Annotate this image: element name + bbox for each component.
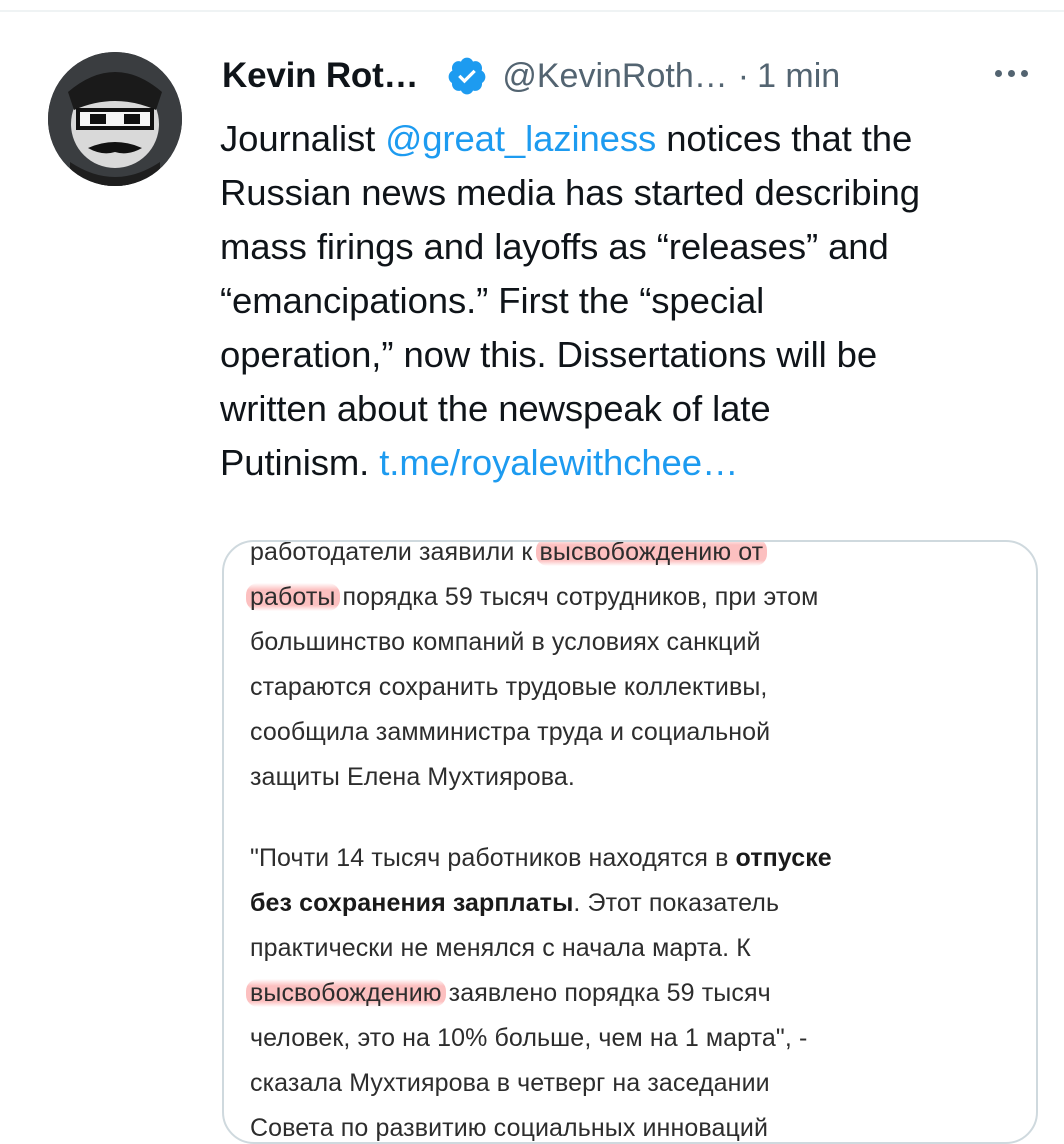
article-line: работы порядка 59 тысяч сотрудников, при… <box>246 575 1010 620</box>
media-image-card[interactable]: работодатели заявили к высвобождению от … <box>222 540 1038 1144</box>
tweet-line: Journalist @great_laziness notices that … <box>220 112 1040 166</box>
article-line: без сохранения зарплаты. Этот показатель <box>250 881 1010 926</box>
tweet-line: “emancipations.” First the “special <box>220 280 765 321</box>
highlighted-word: работы <box>246 583 340 611</box>
highlighted-word: высвобождению от <box>535 542 768 566</box>
article-line: человек, это на 10% больше, чем на 1 мар… <box>250 1024 808 1052</box>
article-text: порядка 59 тысяч сотрудников, при этом <box>335 583 819 611</box>
tweet-line: mass firings and layoffs as “releases” a… <box>220 226 889 267</box>
tweet-text: Journalist @great_laziness notices that … <box>220 112 1040 490</box>
tweet-line: Russian news media has started describin… <box>220 172 920 213</box>
article-text: работодатели заявили к <box>250 540 540 566</box>
article-line: сказала Мухтиярова в четверг на заседани… <box>250 1069 770 1097</box>
avatar[interactable] <box>48 52 182 186</box>
highlighted-word: высвобождению <box>246 979 446 1007</box>
separator-dot: · <box>737 56 750 95</box>
more-dot <box>1007 69 1015 77</box>
article-line: высвобождению заявлено порядка 59 тысяч <box>246 971 1010 1016</box>
article-line: большинство компаний в условиях санкций <box>250 628 761 656</box>
article-text: "Почти 14 тысяч работников находятся в <box>250 844 736 872</box>
article-line: работодатели заявили к высвобождению от <box>250 540 1010 575</box>
bold-text: отпуске <box>735 844 832 872</box>
top-divider <box>0 0 1064 12</box>
more-dots-icon[interactable] <box>988 58 1034 88</box>
article-screenshot-text: работодатели заявили к высвобождению от … <box>246 540 1010 1142</box>
tweet-text-span: Putinism. <box>220 442 380 483</box>
tweet-line: operation,” now this. Dissertations will… <box>220 334 878 375</box>
verified-badge-icon <box>446 55 488 97</box>
tweet-line: written about the newspeak of late <box>220 388 771 429</box>
article-text: . Этот показатель <box>573 889 780 917</box>
article-line: Совета по развитию социальных инноваций <box>250 1114 769 1142</box>
tweet-text-span: Journalist <box>220 118 386 159</box>
timestamp[interactable]: 1 min <box>757 57 840 96</box>
article-line: сообщила замминистра труда и социальной <box>250 718 771 746</box>
article-line: "Почти 14 тысяч работников находятся в о… <box>250 836 1010 881</box>
article-text: заявлено порядка 59 тысяч <box>441 979 771 1007</box>
avatar-image <box>48 52 182 186</box>
author-handle[interactable]: @KevinRoth… <box>502 57 727 96</box>
external-link[interactable]: t.me/royalewithchee… <box>379 442 738 483</box>
more-dot <box>1020 69 1028 77</box>
author-name[interactable]: Kevin Rot… <box>222 56 419 96</box>
bold-text: без сохранения зарплаты <box>250 889 574 917</box>
mention-link[interactable]: @great_laziness <box>385 118 656 159</box>
more-dot <box>994 69 1002 77</box>
tweet-text-span: notices that the <box>656 118 913 159</box>
article-line: защиты Елена Мухтиярова. <box>250 763 575 791</box>
article-line: стараются сохранить трудовые коллективы, <box>250 673 768 701</box>
tweet-line: Putinism. t.me/royalewithchee… <box>220 436 1040 490</box>
article-line: практически не менялся с начала марта. К <box>250 934 751 962</box>
tweet-header: Kevin Rot… @KevinRoth… · 1 min <box>222 50 840 102</box>
